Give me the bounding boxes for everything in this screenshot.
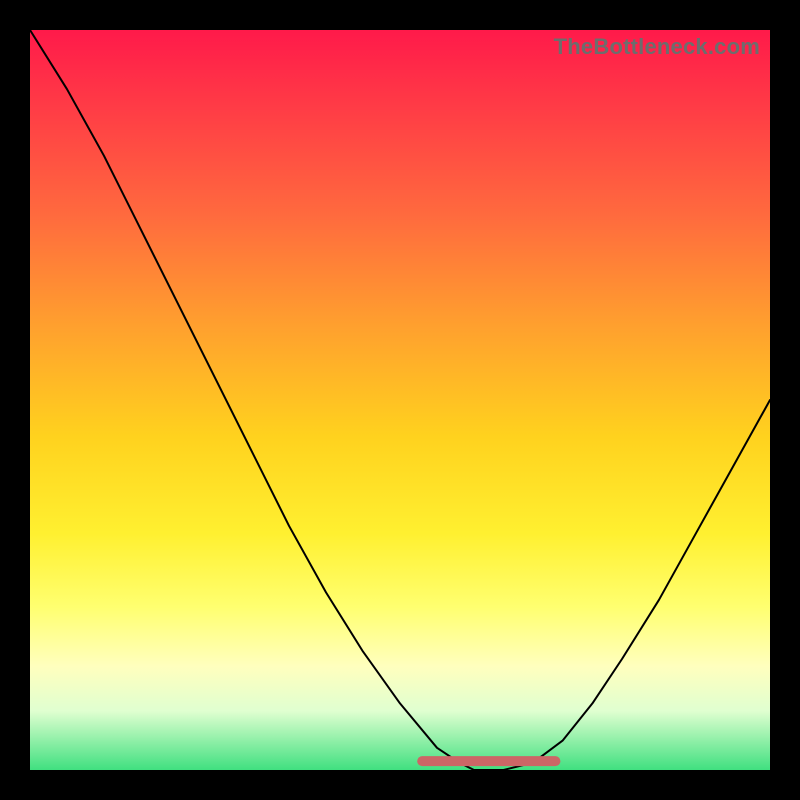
curve-svg bbox=[30, 30, 770, 770]
bottleneck-curve bbox=[30, 30, 770, 770]
chart-frame: TheBottleneck.com bbox=[0, 0, 800, 800]
plot-area: TheBottleneck.com bbox=[30, 30, 770, 770]
